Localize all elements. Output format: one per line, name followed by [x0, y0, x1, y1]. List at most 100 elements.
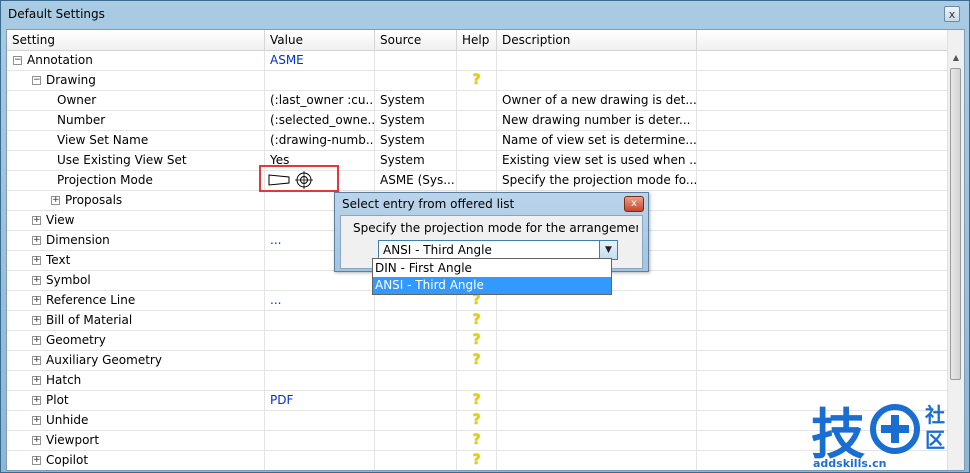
help-cell: ?	[457, 331, 497, 350]
column-header-description[interactable]: Description	[497, 30, 697, 50]
addskills-logo: 技 社 区 addskills.cn	[811, 403, 945, 470]
value-cell[interactable]	[265, 331, 375, 350]
column-header-setting[interactable]: Setting	[7, 30, 265, 50]
table-row[interactable]: + Copilot?	[7, 451, 947, 470]
value-cell[interactable]: (:selected_owne...	[265, 111, 375, 130]
setting-label: Geometry	[46, 333, 106, 347]
setting-cell: + Proposals	[7, 191, 265, 210]
description-cell: New drawing number is deter...	[497, 111, 697, 130]
value-cell[interactable]: ...	[265, 291, 375, 310]
help-icon[interactable]: ?	[472, 331, 480, 349]
expand-icon[interactable]: +	[32, 336, 41, 345]
scroll-up-arrow-icon[interactable]: ▲	[949, 50, 963, 66]
help-icon[interactable]: ?	[472, 71, 480, 89]
setting-cell: + Copilot	[7, 451, 265, 470]
setting-label: Dimension	[46, 233, 110, 247]
description-cell: Name of view set is determine...	[497, 131, 697, 150]
window-title: Default Settings	[8, 7, 105, 21]
expand-icon[interactable]: +	[32, 216, 41, 225]
expand-icon[interactable]: +	[32, 276, 41, 285]
collapse-icon[interactable]: −	[13, 56, 22, 65]
value-cell[interactable]	[265, 271, 375, 290]
column-header-help[interactable]: Help	[457, 30, 497, 50]
expand-icon[interactable]: +	[51, 196, 60, 205]
window-close-button[interactable]: x	[944, 6, 960, 22]
value-cell[interactable]	[265, 71, 375, 90]
setting-label: Auxiliary Geometry	[46, 353, 162, 367]
setting-cell: − Annotation	[7, 51, 265, 70]
dialog-close-button[interactable]: x	[624, 196, 644, 212]
expand-icon[interactable]: +	[32, 236, 41, 245]
help-cell: ?	[457, 311, 497, 330]
value-cell[interactable]	[265, 411, 375, 430]
dialog-prompt: Specify the projection mode for the arra…	[353, 221, 638, 235]
value-cell[interactable]: ASME	[265, 51, 375, 70]
setting-label: Annotation	[27, 53, 93, 67]
help-icon[interactable]: ?	[472, 431, 480, 449]
value-cell[interactable]: (:drawing-numb...	[265, 131, 375, 150]
setting-label: Drawing	[46, 73, 96, 87]
source-cell	[375, 411, 457, 430]
value-cell[interactable]	[265, 351, 375, 370]
value-cell[interactable]	[265, 371, 375, 390]
table-row[interactable]: Owner (:last_owner :cu... System Owner of a…	[7, 91, 947, 111]
help-icon[interactable]: ?	[472, 351, 480, 369]
setting-cell: Use Existing View Set	[7, 151, 265, 170]
column-header-source[interactable]: Source	[375, 30, 457, 50]
help-icon[interactable]: ?	[472, 311, 480, 329]
table-row[interactable]: − Annotation ASME	[7, 51, 947, 71]
expand-icon[interactable]: +	[32, 436, 41, 445]
table-row[interactable]: + Viewport?	[7, 431, 947, 451]
scrollbar-thumb[interactable]	[950, 68, 961, 380]
option-din-first-angle[interactable]: DIN - First Angle	[373, 260, 611, 277]
setting-label: Proposals	[65, 193, 123, 207]
source-cell	[375, 331, 457, 350]
table-row[interactable]: + Unhide?	[7, 411, 947, 431]
value-cell[interactable]	[265, 451, 375, 470]
value-cell[interactable]	[265, 431, 375, 450]
chevron-down-icon[interactable]: ▼	[599, 241, 617, 259]
setting-cell: View Set Name	[7, 131, 265, 150]
expand-icon[interactable]: +	[32, 296, 41, 305]
description-cell: Owner of a new drawing is det...	[497, 91, 697, 110]
title-bar[interactable]: Default Settings x	[1, 1, 969, 28]
table-row[interactable]: Projection Mode ASME (Sys... Specify the p…	[7, 171, 947, 191]
help-icon[interactable]: ?	[472, 391, 480, 409]
table-row[interactable]: + Plot PDF?	[7, 391, 947, 411]
table-row[interactable]: Number (:selected_owne... System New drawin…	[7, 111, 947, 131]
setting-cell: Number	[7, 111, 265, 130]
table-row[interactable]: + Hatch	[7, 371, 947, 391]
table-row[interactable]: + Bill of Material?	[7, 311, 947, 331]
projection-mode-select[interactable]: ANSI - Third Angle ▼	[378, 240, 618, 260]
expand-icon[interactable]: +	[32, 256, 41, 265]
help-icon[interactable]: ?	[472, 411, 480, 429]
value-cell[interactable]: PDF	[265, 391, 375, 410]
source-cell	[375, 51, 457, 70]
expand-icon[interactable]: +	[32, 456, 41, 465]
expand-icon[interactable]: +	[32, 316, 41, 325]
column-header-value[interactable]: Value	[265, 30, 375, 50]
setting-cell: + Symbol	[7, 271, 265, 290]
expand-icon[interactable]: +	[32, 376, 41, 385]
value-cell[interactable]	[265, 311, 375, 330]
expand-icon[interactable]: +	[32, 416, 41, 425]
help-cell	[457, 171, 497, 190]
description-cell	[497, 451, 697, 470]
table-row[interactable]: + Geometry?	[7, 331, 947, 351]
help-cell	[457, 91, 497, 110]
description-cell	[497, 351, 697, 370]
collapse-icon[interactable]: −	[32, 76, 41, 85]
description-cell	[497, 391, 697, 410]
expand-icon[interactable]: +	[32, 396, 41, 405]
source-cell	[375, 351, 457, 370]
help-icon[interactable]: ?	[472, 451, 480, 469]
option-ansi-third-angle[interactable]: ANSI - Third Angle	[373, 277, 611, 294]
expand-icon[interactable]: +	[32, 356, 41, 365]
third-angle-projection-icon[interactable]	[267, 171, 317, 189]
table-row[interactable]: + Auxiliary Geometry?	[7, 351, 947, 371]
help-cell: ?	[457, 351, 497, 370]
table-row[interactable]: Use Existing View Set Yes System Existing v…	[7, 151, 947, 171]
value-cell[interactable]: (:last_owner :cu...	[265, 91, 375, 110]
table-row[interactable]: − Drawing?	[7, 71, 947, 91]
table-row[interactable]: View Set Name (:drawing-numb... System Name…	[7, 131, 947, 151]
